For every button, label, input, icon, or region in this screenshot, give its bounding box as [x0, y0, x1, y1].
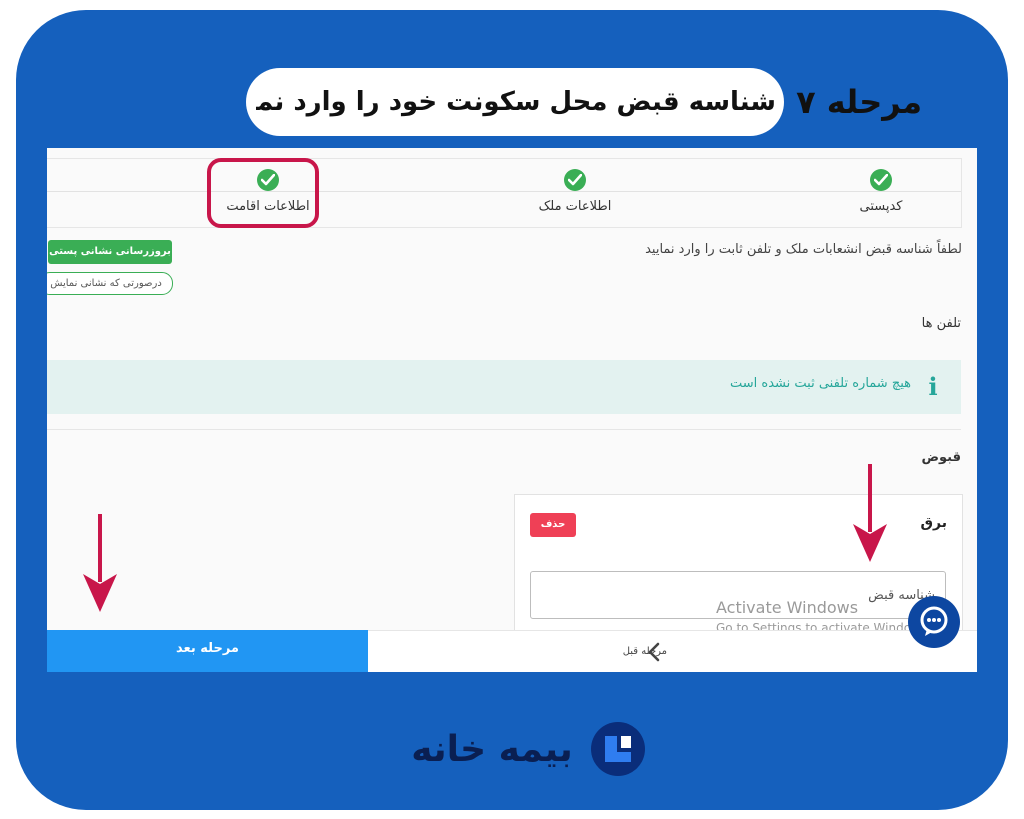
- check-icon: [564, 169, 586, 191]
- step-postal-code[interactable]: کدپستی: [811, 169, 951, 214]
- receipt-type-label: برق: [920, 515, 947, 531]
- no-phone-message: هیچ شماره تلفنی ثبت نشده است: [730, 376, 911, 391]
- phones-section-title: تلفن ها: [921, 316, 961, 331]
- no-phone-alert: i هیچ شماره تلفنی ثبت نشده است: [47, 360, 961, 414]
- tutorial-title: شناسه قبض محل سکونت خود را وارد نمایید: [256, 87, 776, 117]
- section-divider: [47, 429, 961, 430]
- info-icon: i: [928, 372, 938, 401]
- chat-support-button[interactable]: [908, 596, 960, 648]
- active-step-highlight: [207, 158, 319, 228]
- progress-stepper: کدپستی اطلاعات ملک اطلاعات اقامت: [47, 158, 962, 228]
- down-arrow-icon: [83, 514, 117, 612]
- step-property-info[interactable]: اطلاعات ملک: [505, 169, 645, 214]
- delete-button[interactable]: حذف: [530, 513, 576, 537]
- logo-icon: [591, 722, 645, 776]
- next-step-button[interactable]: مرحله بعد: [47, 630, 368, 672]
- brand-logo-text: بیمه خانه: [411, 729, 573, 770]
- step-label: کدپستی: [859, 199, 903, 214]
- tutorial-step-label: مرحله ۷: [796, 83, 922, 121]
- postal-hint-pill[interactable]: درصورتی که نشانی نمایش: [47, 272, 173, 295]
- step-label: اطلاعات ملک: [538, 199, 612, 214]
- update-postal-address-button[interactable]: بروزرسانی نشانی پستی: [48, 240, 172, 264]
- chevron-left-icon[interactable]: [647, 642, 661, 662]
- form-screenshot-panel: کدپستی اطلاعات ملک اطلاعات اقامت لطفاً ش…: [47, 148, 977, 672]
- receipts-section-title: قبوض: [921, 450, 961, 465]
- chat-icon: [920, 606, 948, 636]
- check-icon: [870, 169, 892, 191]
- instruction-text: لطفاً شناسه قبض انشعابات ملک و تلفن ثابت…: [645, 242, 962, 257]
- down-arrow-icon: [853, 464, 887, 562]
